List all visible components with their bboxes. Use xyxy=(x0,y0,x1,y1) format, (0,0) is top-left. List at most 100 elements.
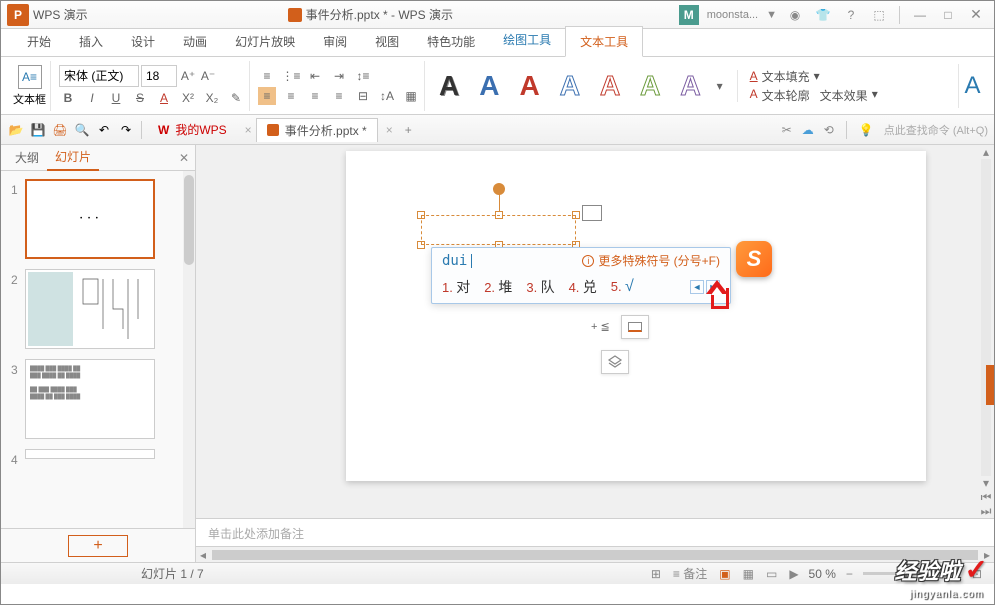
qat-undo-icon[interactable]: ↶ xyxy=(95,121,113,139)
ime-candidate-1[interactable]: 1. 对 xyxy=(442,277,470,297)
align-justify-button[interactable]: ≡ xyxy=(330,87,348,105)
numbering-button[interactable]: ⋮≡ xyxy=(282,67,300,85)
tab-mywps[interactable]: W 我的WPS xyxy=(148,118,237,141)
share-icon[interactable]: ⟲ xyxy=(824,123,834,137)
underline-button[interactable]: U xyxy=(107,89,125,107)
skin-icon[interactable]: ◉ xyxy=(785,5,805,25)
menu-design[interactable]: 设计 xyxy=(117,27,169,56)
qat-preview-icon[interactable]: 🔍 xyxy=(73,121,91,139)
scroll-left-icon[interactable]: ◂ xyxy=(196,548,210,562)
font-color-button[interactable]: A xyxy=(155,89,173,107)
wordart-3[interactable]: A xyxy=(509,70,549,102)
align-right-button[interactable]: ≡ xyxy=(306,87,324,105)
ime-candidate-2[interactable]: 2. 堆 xyxy=(484,277,512,297)
wordart-5[interactable]: A xyxy=(590,70,630,102)
size-select[interactable]: 18 xyxy=(141,65,177,87)
menu-draw-tools[interactable]: 绘图工具 xyxy=(489,25,565,56)
menu-text-tools[interactable]: 文本工具 xyxy=(565,26,643,57)
ime-candidate-5[interactable]: 5. √ xyxy=(611,278,634,296)
scroll-right-icon[interactable]: ▸ xyxy=(980,548,994,562)
tab-slides[interactable]: 幻灯片 xyxy=(47,144,99,171)
qat-open-icon[interactable]: 📂 xyxy=(7,121,25,139)
textbox-icon[interactable]: A≡ xyxy=(18,65,42,89)
new-tab-button[interactable]: + xyxy=(405,123,412,137)
subscript-button[interactable]: X₂ xyxy=(203,89,221,107)
view-reading-icon[interactable]: ▭ xyxy=(764,567,779,581)
thumbnail-4[interactable] xyxy=(25,449,155,459)
close-button[interactable]: ✕ xyxy=(966,5,986,25)
zoom-value[interactable]: 50 % xyxy=(809,567,836,581)
qat-redo-icon[interactable]: ↷ xyxy=(117,121,135,139)
ime-prev-button[interactable]: ◄ xyxy=(690,280,704,294)
indent-dec-button[interactable]: ⇤ xyxy=(306,67,324,85)
thumbnail-2[interactable] xyxy=(25,269,155,349)
side-panel-toggle[interactable] xyxy=(986,365,994,405)
line-spacing-button[interactable]: ↕≡ xyxy=(354,67,372,85)
tab-doc[interactable]: 事件分析.pptx * xyxy=(256,118,378,142)
thumbnail-3[interactable]: ████ ███ ████ █████ ████ ██ ██████ ███ █… xyxy=(25,359,155,439)
ime-hint[interactable]: i更多特殊符号 (分号+F) xyxy=(582,252,720,269)
scroll-up-icon[interactable]: ▴ xyxy=(979,145,993,159)
align-left-button[interactable]: ≡ xyxy=(258,87,276,105)
ime-candidate-3[interactable]: 3. 队 xyxy=(526,277,554,297)
sb-notes-toggle[interactable]: ≡ 备注 xyxy=(671,565,709,582)
float-tool-highlight[interactable] xyxy=(621,315,649,339)
zoom-out-button[interactable]: − xyxy=(844,567,855,581)
cut-icon[interactable]: ✂ xyxy=(782,123,792,137)
panel-scrollbar[interactable] xyxy=(183,171,195,528)
zoom-in-button[interactable]: + xyxy=(951,567,962,581)
italic-button[interactable]: I xyxy=(83,89,101,107)
notes-placeholder[interactable]: 单击此处添加备注 xyxy=(196,518,994,546)
wordart-1[interactable]: A xyxy=(429,70,469,102)
align-center-button[interactable]: ≡ xyxy=(282,87,300,105)
qat-print-icon[interactable]: 🖨 xyxy=(51,121,69,139)
superscript-button[interactable]: X² xyxy=(179,89,197,107)
user-dropdown-icon[interactable]: ▼ xyxy=(766,9,777,21)
text-fill-button[interactable]: A文本填充▾ xyxy=(750,68,878,85)
menu-insert[interactable]: 插入 xyxy=(65,27,117,56)
bold-button[interactable]: B xyxy=(59,89,77,107)
text-outline-button[interactable]: A文本轮廓 xyxy=(750,87,810,104)
wordart-2[interactable]: A xyxy=(469,70,509,102)
menu-view[interactable]: 视图 xyxy=(361,27,413,56)
zoom-slider[interactable] xyxy=(863,572,943,575)
user-name[interactable]: moonsta... xyxy=(707,9,758,21)
grow-font-icon[interactable]: A⁺ xyxy=(179,67,197,85)
textbox-label[interactable]: 文本框 xyxy=(13,91,46,107)
wordart-more-icon[interactable]: ▾ xyxy=(711,77,729,95)
view-sorter-icon[interactable]: ▦ xyxy=(741,567,756,581)
next-slide-icon[interactable]: ⏭ xyxy=(979,504,993,518)
user-avatar[interactable]: M xyxy=(679,5,699,25)
help-icon[interactable]: ? xyxy=(841,5,861,25)
columns-button[interactable]: ▦ xyxy=(402,87,420,105)
shirt-icon[interactable]: 👕 xyxy=(813,5,833,25)
tab-mywps-close[interactable]: × xyxy=(245,123,252,137)
ribbon-toggle-icon[interactable]: ⬚ xyxy=(869,5,889,25)
indent-inc-button[interactable]: ⇥ xyxy=(330,67,348,85)
qat-save-icon[interactable]: 💾 xyxy=(29,121,47,139)
rotate-handle[interactable] xyxy=(493,183,505,195)
scroll-down-icon[interactable]: ▾ xyxy=(979,476,993,490)
menu-review[interactable]: 审阅 xyxy=(309,27,361,56)
view-slideshow-icon[interactable]: ▶ xyxy=(787,567,800,581)
wordart-7[interactable]: A xyxy=(670,70,710,102)
view-normal-icon[interactable]: ▣ xyxy=(717,567,732,581)
menu-slideshow[interactable]: 幻灯片放映 xyxy=(221,27,309,56)
horizontal-scrollbar[interactable]: ◂ ▸ xyxy=(196,546,994,562)
clear-format-button[interactable]: ✎ xyxy=(227,89,245,107)
float-tool-layers[interactable] xyxy=(601,350,629,374)
canvas[interactable]: dui i更多特殊符号 (分号+F) 1. 对 2. 堆 3. 队 4. 兑 5… xyxy=(196,145,994,518)
valign-button[interactable]: ⊟ xyxy=(354,87,372,105)
menu-start[interactable]: 开始 xyxy=(13,27,65,56)
sb-tool-icon[interactable]: ⊞ xyxy=(649,567,663,581)
strike-button[interactable]: S xyxy=(131,89,149,107)
maximize-button[interactable]: □ xyxy=(938,5,958,25)
bullets-button[interactable]: ≡ xyxy=(258,67,276,85)
prev-slide-icon[interactable]: ⏮ xyxy=(979,490,993,504)
font-select[interactable]: 宋体 (正文) xyxy=(59,65,139,87)
text-effect-button[interactable]: 文本效果▾ xyxy=(820,87,878,104)
selected-shape[interactable] xyxy=(421,215,576,245)
minimize-button[interactable]: — xyxy=(910,5,930,25)
ime-candidate-4[interactable]: 4. 兑 xyxy=(569,277,597,297)
quick-command-hint[interactable]: 点此查找命令 (Alt+Q) xyxy=(884,122,988,138)
